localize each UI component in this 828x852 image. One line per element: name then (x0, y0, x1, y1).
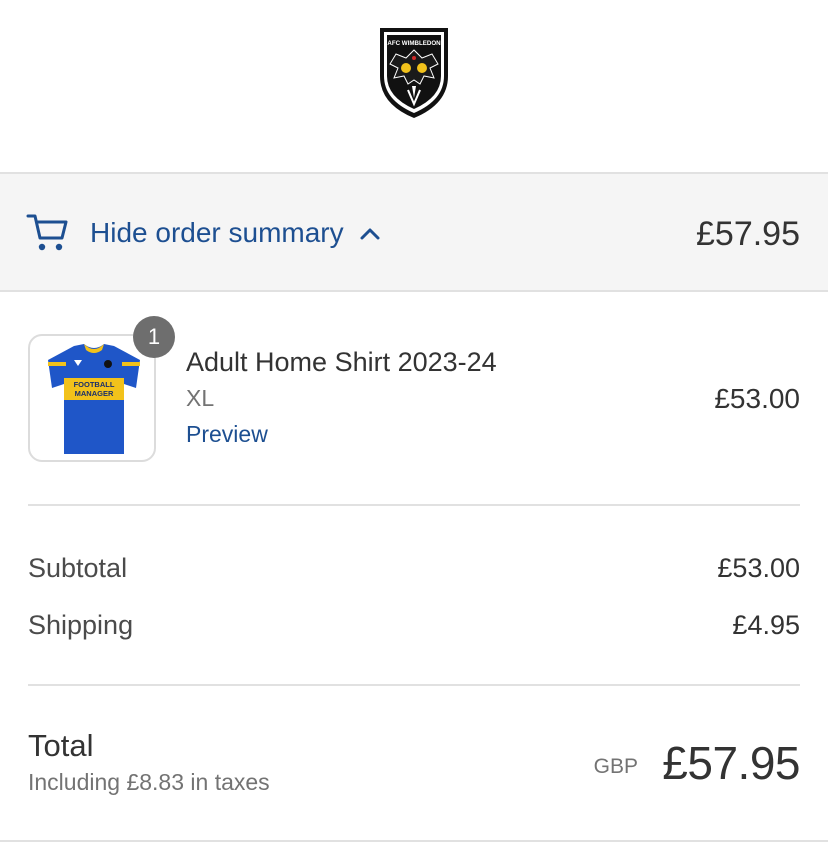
shipping-label: Shipping (28, 610, 134, 640)
total-label: Total (28, 728, 94, 763)
divider (28, 504, 800, 506)
shirt-sponsor-text-2: MANAGER (75, 389, 114, 398)
shirt-sponsor-text: FOOTBALL (74, 380, 115, 389)
grand-total-amount: £57.95 (662, 737, 800, 789)
bottom-divider (0, 840, 828, 842)
currency-code: GBP (593, 755, 638, 778)
quantity-badge: 1 (133, 316, 175, 358)
product-name: Adult Home Shirt 2023-24 (186, 347, 497, 377)
football-shirt-image: FOOTBALL MANAGER (48, 344, 140, 454)
divider (28, 684, 800, 686)
crest-text: AFC WIMBLEDON (387, 40, 441, 47)
hide-order-summary-link[interactable]: Hide order summary (90, 216, 344, 250)
cart-icon (26, 214, 68, 251)
product-thumbnail: FOOTBALL MANAGER (28, 334, 156, 462)
chevron-up-icon (360, 228, 380, 240)
product-price: £53.00 (714, 383, 800, 414)
club-crest-icon[interactable]: AFC WIMBLEDON (376, 24, 452, 120)
subtotal-label: Subtotal (28, 553, 128, 583)
header: AFC WIMBLEDON (0, 0, 828, 172)
summary-total-amount: £57.95 (696, 215, 800, 253)
preview-link[interactable]: Preview (186, 420, 268, 448)
subtotal-value: £53.00 (717, 553, 800, 583)
shipping-value: £4.95 (732, 610, 800, 640)
product-variant: XL (186, 385, 215, 411)
order-summary-toggle[interactable]: Hide order summary £57.95 (0, 172, 828, 292)
tax-note: Including £8.83 in taxes (28, 769, 270, 795)
